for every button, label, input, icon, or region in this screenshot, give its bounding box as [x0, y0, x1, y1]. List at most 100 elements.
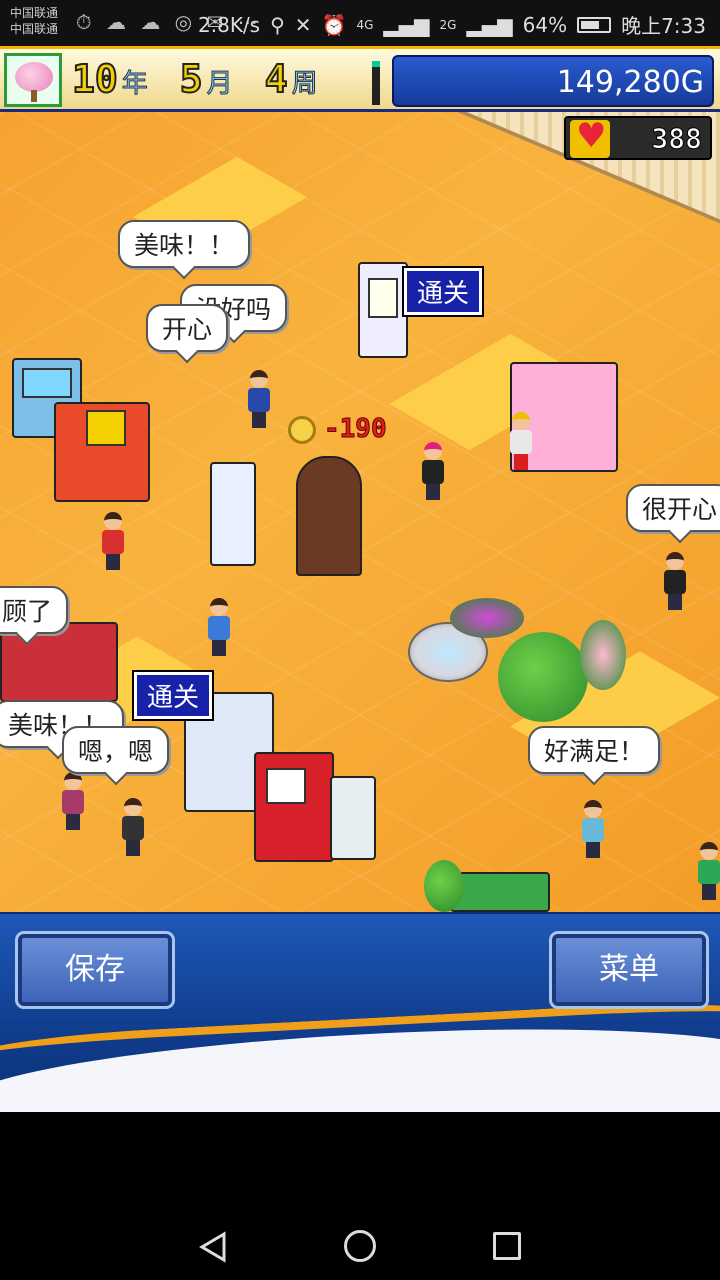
head-shape — [666, 552, 684, 570]
legs-shape — [426, 484, 440, 500]
head-shape — [210, 598, 228, 616]
body-shape — [62, 790, 84, 814]
heart-icon — [570, 116, 610, 158]
water-dispenser[interactable] — [330, 776, 376, 860]
legs-shape — [586, 842, 600, 858]
signal-icon-2: ▂▄▆ — [466, 12, 513, 37]
customer-sprite[interactable] — [246, 370, 272, 430]
week-number: 4 — [264, 56, 289, 102]
trunk-shape — [31, 90, 37, 102]
potted-plant[interactable] — [424, 860, 464, 912]
body-shape — [208, 616, 230, 640]
legs-shape — [514, 454, 528, 470]
clock: 晚上7:33 — [621, 14, 706, 38]
customer-sprite[interactable] — [580, 800, 606, 860]
game-hud: 10 年 5 月 4 周 149,280G — [0, 46, 720, 112]
speech-bubble: 好满足！ — [528, 726, 661, 774]
speech-bubble: 嗯，嗯 — [62, 726, 170, 774]
body-shape — [582, 818, 604, 842]
customer-sprite[interactable] — [120, 798, 146, 858]
customer-sprite[interactable] — [696, 842, 720, 902]
body-shape — [248, 388, 270, 412]
signal-icon: ▂▄▆ — [383, 12, 430, 37]
month-number: 5 — [179, 56, 204, 102]
money-display: 149,280G — [392, 55, 714, 107]
bench[interactable] — [450, 872, 550, 912]
legs-shape — [212, 640, 226, 656]
whack-game-machine[interactable] — [54, 402, 150, 502]
year-unit: 年 — [121, 69, 148, 100]
money-value: 149,280G — [556, 65, 704, 100]
head-shape — [512, 412, 530, 430]
legs-shape — [66, 814, 80, 830]
customer-sprite[interactable] — [100, 512, 126, 572]
carrier-1: 中国联通 — [10, 6, 59, 20]
body-shape — [698, 860, 720, 884]
carrier-labels: 中国联通 中国联通 — [10, 5, 58, 37]
customer-sprite[interactable] — [662, 552, 688, 612]
mute-icon: ✕ — [294, 12, 312, 37]
vending-machine[interactable] — [358, 262, 408, 358]
signal-4g: 4G — [356, 17, 374, 32]
legs-shape — [252, 412, 266, 428]
clear-tag: 通关 — [401, 266, 485, 317]
cost-popup: -190 — [324, 414, 388, 445]
speech-bubble: 开心 — [146, 304, 229, 352]
body-shape — [664, 570, 686, 594]
blossom-icon — [15, 62, 53, 92]
potted-plant[interactable] — [498, 632, 588, 722]
battery-icon — [577, 16, 612, 33]
cabinet-screen — [86, 410, 126, 446]
alarm-icon: ⏰ — [321, 12, 347, 37]
legs-shape — [668, 594, 682, 610]
coin-icon — [288, 416, 316, 444]
menu-button[interactable]: 菜单 — [549, 931, 709, 1009]
arcade-cabinet[interactable] — [210, 462, 256, 566]
arcade-floor[interactable]: 388 -190 通关 通关 美味！ — [0, 112, 720, 912]
month-unit: 月 — [206, 69, 233, 100]
customer-sprite[interactable] — [420, 442, 446, 502]
signal-2g: 2G — [439, 17, 457, 32]
legs-shape — [702, 884, 716, 900]
customer-sprite[interactable] — [508, 412, 534, 472]
save-button[interactable]: 保存 — [15, 931, 175, 1009]
cabinet-screen — [266, 768, 306, 804]
head-shape — [64, 772, 82, 790]
legs-shape — [106, 554, 120, 570]
legs-shape — [126, 840, 140, 856]
head-shape — [700, 842, 718, 860]
hud-divider — [372, 61, 380, 105]
status-right: 2.8K/s ⚲ ✕ ⏰ 4G ▂▄▆ 2G ▂▄▆ 64% 晚上7:33 — [198, 10, 706, 39]
vending-machine-red[interactable] — [254, 752, 334, 862]
battery-percent: 64% — [522, 12, 568, 37]
game-date: 10 年 5 月 4 周 — [71, 56, 346, 105]
customer-sprite[interactable] — [60, 772, 86, 832]
bottom-control-bar: 保存 菜单 — [0, 912, 720, 1112]
cabinet-screen — [368, 278, 398, 318]
recent-apps-icon[interactable] — [493, 1232, 521, 1260]
year-number: 10 — [71, 56, 119, 102]
cabinet-screen — [22, 368, 72, 398]
head-shape — [584, 800, 602, 818]
navigation-bar — [0, 1112, 720, 1280]
clear-tag: 通关 — [131, 670, 215, 721]
app-screen: 中国联通 中国联通 ⏱ ☁ ☁ ◎ ✉ ⋯ 2.8K/s ⚲ ✕ ⏰ 4G ▂▄… — [0, 0, 720, 1280]
season-cherry-blossom-icon[interactable] — [4, 53, 62, 107]
week-unit: 周 — [291, 69, 318, 100]
body-shape — [422, 460, 444, 484]
network-speed: 2.8K/s — [198, 12, 261, 37]
jukebox[interactable] — [296, 456, 362, 576]
speech-bubble: 美味！！ — [118, 220, 251, 268]
flower-bed[interactable] — [450, 598, 524, 638]
flower-plant[interactable] — [580, 620, 626, 690]
popularity-hearts: 388 — [564, 116, 712, 160]
home-icon[interactable] — [344, 1230, 376, 1262]
speech-bubble: 顾了 — [0, 586, 69, 634]
speech-bubble: 很开心 — [626, 484, 720, 532]
status-bar: 中国联通 中国联通 ⏱ ☁ ☁ ◎ ✉ ⋯ 2.8K/s ⚲ ✕ ⏰ 4G ▂▄… — [0, 0, 720, 46]
customer-sprite[interactable] — [206, 598, 232, 658]
back-icon[interactable] — [196, 1230, 230, 1264]
body-shape — [102, 530, 124, 554]
head-shape — [124, 798, 142, 816]
body-shape — [510, 430, 532, 454]
